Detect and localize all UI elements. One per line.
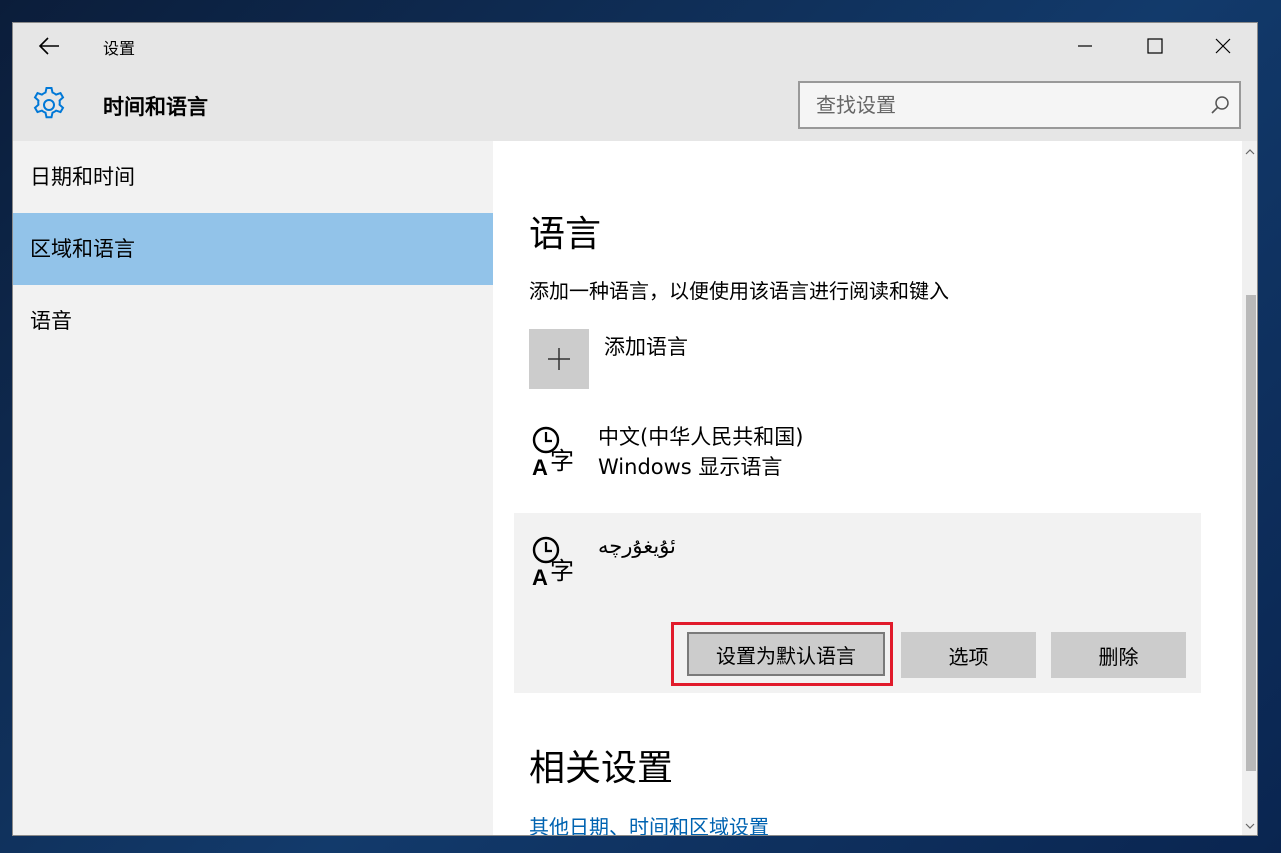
app-header: 时间和语言 [13, 69, 1257, 141]
sidebar-item-label: 语音 [30, 309, 72, 333]
window-title: 设置 [103, 39, 136, 58]
section-title: 语言 [529, 214, 602, 255]
related-settings-link[interactable]: 其他日期、时间和区域设置 [529, 811, 769, 835]
close-button[interactable] [1203, 33, 1243, 59]
search-input[interactable] [800, 83, 1195, 127]
page-title: 时间和语言 [103, 95, 208, 119]
svg-text:字: 字 [550, 557, 574, 585]
minimize-icon [1078, 45, 1092, 47]
gear-icon [29, 85, 69, 125]
sidebar-item-speech[interactable]: 语音 [13, 285, 493, 357]
language-subtitle: Windows 显示语言 [598, 455, 783, 479]
plus-icon [548, 348, 570, 370]
svg-text:字: 字 [550, 447, 574, 475]
maximize-icon [1147, 38, 1163, 54]
language-icon: A 字 [529, 533, 585, 590]
language-name[interactable]: 中文(中华人民共和国) [598, 421, 803, 451]
maximize-button[interactable] [1135, 33, 1175, 59]
delete-button[interactable]: 删除 [1051, 632, 1186, 678]
search-box [798, 81, 1241, 129]
svg-text:A: A [532, 455, 548, 479]
main-content: 语言 添加一种语言，以便使用该语言进行阅读和键入 添加语言 A 字 中文(中华人… [493, 141, 1257, 835]
language-icon: A 字 [529, 423, 585, 480]
sidebar-item-label: 区域和语言 [30, 237, 135, 261]
options-button[interactable]: 选项 [901, 632, 1036, 678]
title-bar: 设置 [13, 23, 1257, 69]
scrollbar[interactable] [1242, 141, 1257, 835]
sidebar: 日期和时间 区域和语言 语音 [13, 141, 493, 835]
minimize-button[interactable] [1065, 33, 1105, 59]
back-button[interactable] [35, 33, 65, 59]
sidebar-item-region-language[interactable]: 区域和语言 [13, 213, 493, 285]
sidebar-item-label: 日期和时间 [30, 165, 135, 189]
related-settings-title: 相关设置 [529, 748, 674, 789]
sidebar-item-date-time[interactable]: 日期和时间 [13, 141, 493, 213]
chevron-down-icon[interactable] [1245, 821, 1255, 831]
arrow-left-icon [38, 37, 59, 55]
svg-text:A: A [532, 565, 548, 589]
set-default-language-button[interactable]: 设置为默认语言 [687, 632, 885, 676]
section-description: 添加一种语言，以便使用该语言进行阅读和键入 [529, 279, 949, 303]
chevron-up-icon[interactable] [1245, 147, 1255, 157]
search-icon[interactable] [1209, 95, 1231, 117]
add-language-button[interactable] [529, 329, 589, 389]
settings-window: 设置 时间和语言 查找设置 日期和时间 区域和语言 语音 语言 添加一种语言，以… [12, 22, 1258, 836]
language-name[interactable]: ئۇيغۇرچە [598, 534, 676, 558]
add-language-label[interactable]: 添加语言 [604, 331, 688, 361]
scrollbar-thumb[interactable] [1246, 295, 1256, 771]
close-icon [1215, 38, 1231, 54]
